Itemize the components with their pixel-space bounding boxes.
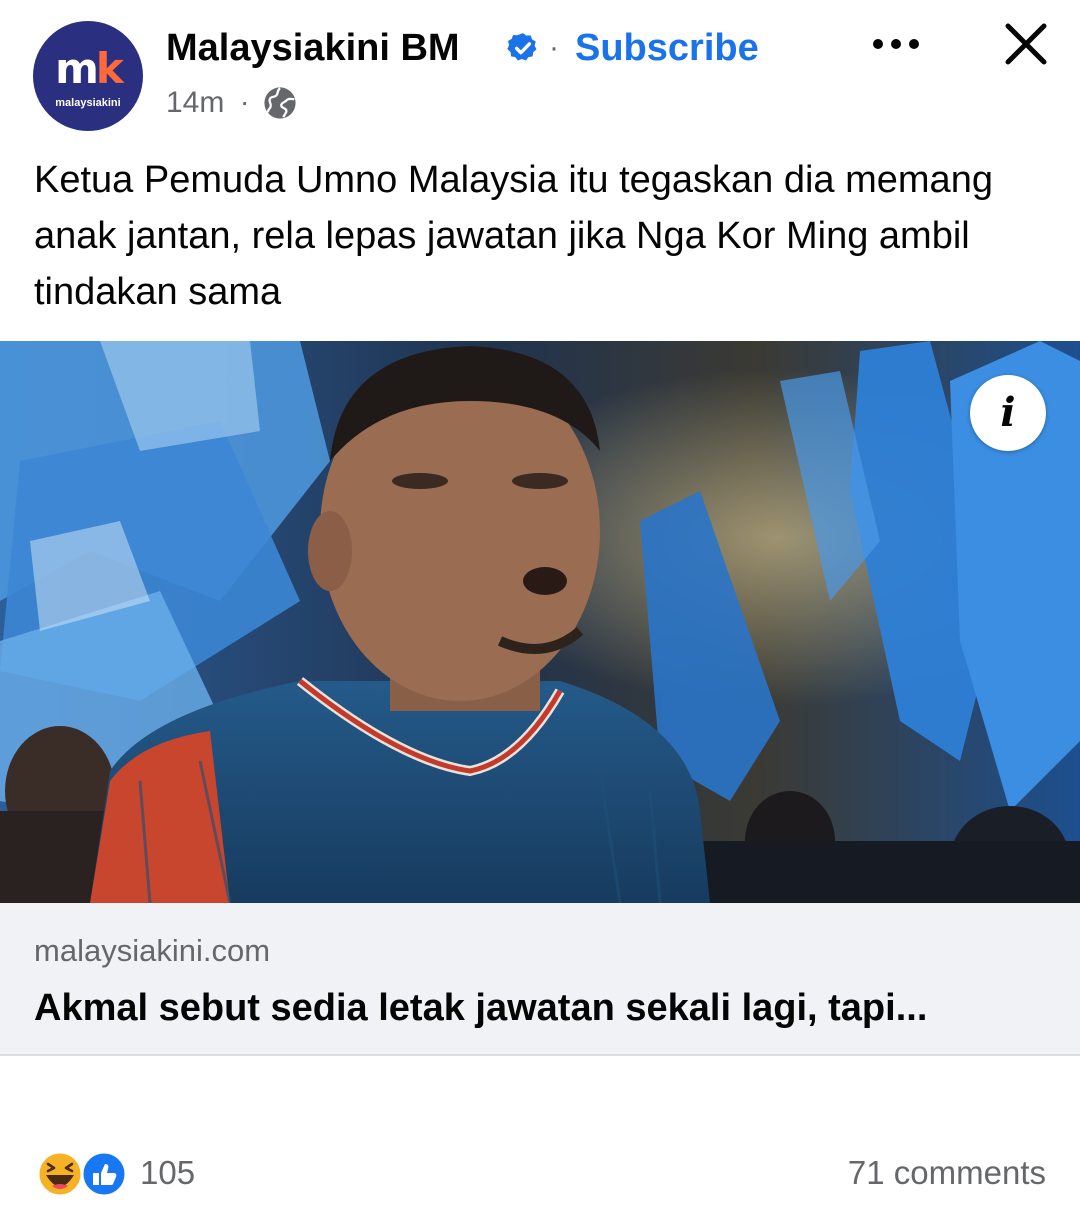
link-preview-image[interactable]: [0, 341, 1080, 903]
reaction-count[interactable]: 105: [140, 1153, 195, 1193]
logo-m: m: [55, 44, 99, 93]
logo-k: k: [95, 44, 124, 93]
globe-icon: [264, 87, 296, 119]
like-icon: [80, 1150, 128, 1198]
page-avatar[interactable]: mk malaysiakini: [33, 21, 143, 131]
info-icon: i: [1000, 389, 1016, 436]
logo-brand-text: malaysiakini: [55, 97, 121, 109]
haha-icon: [36, 1150, 84, 1198]
subscribe-button[interactable]: Subscribe: [575, 26, 759, 70]
comments-count[interactable]: 71 comments: [848, 1153, 1046, 1193]
header-separator: ·: [549, 31, 559, 64]
post-body-text: Ketua Pemuda Umno Malaysia itu tegaskan …: [34, 159, 993, 313]
malaysiakini-logo-mark: mk: [33, 47, 143, 91]
close-icon[interactable]: [1002, 20, 1050, 68]
reactions-icons[interactable]: [36, 1150, 132, 1198]
link-domain: malaysiakini.com: [34, 933, 271, 968]
link-preview-meta[interactable]: malaysiakini.com Akmal sebut sedia letak…: [0, 903, 1080, 1056]
verified-badge-icon: [507, 33, 537, 61]
post-timestamp[interactable]: 14m: [166, 85, 224, 121]
more-options-icon[interactable]: [868, 26, 924, 62]
link-headline: Akmal sebut sedia letak jawatan sekali l…: [34, 987, 928, 1029]
ad-info-button[interactable]: i: [970, 375, 1046, 451]
meta-separator: ·: [240, 86, 250, 117]
page-name-link[interactable]: Malaysiakini BM: [166, 26, 460, 70]
